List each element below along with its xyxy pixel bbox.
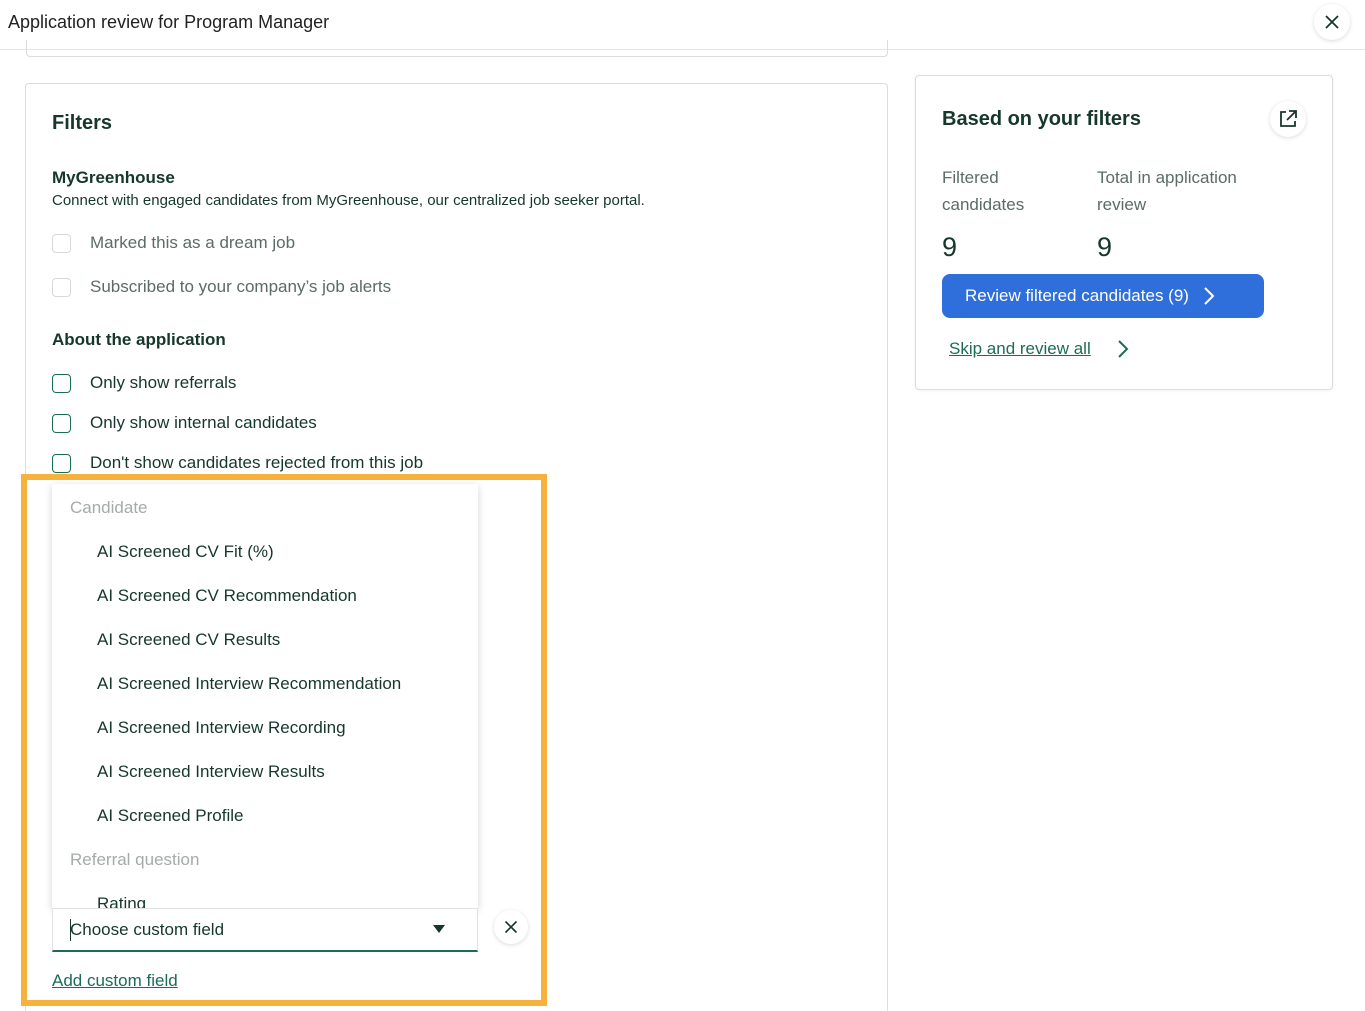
job-alerts-label: Subscribed to your company’s job alerts bbox=[90, 277, 392, 296]
filters-title: Filters bbox=[52, 112, 113, 134]
previous-section-card bbox=[26, 40, 888, 57]
dropdown-option[interactable]: AI Screened Interview Results bbox=[97, 762, 325, 782]
chevron-right-icon bbox=[1204, 287, 1215, 305]
skip-and-review-all-link[interactable]: Skip and review all bbox=[949, 339, 1091, 359]
internal-checkbox-row[interactable]: Only show internal candidates bbox=[52, 412, 317, 434]
close-icon bbox=[1325, 15, 1339, 29]
text-cursor bbox=[70, 919, 71, 941]
job-alerts-checkbox bbox=[52, 277, 71, 297]
total-in-review-label: Total in application review bbox=[1097, 168, 1237, 214]
custom-field-placeholder: Choose custom field bbox=[70, 920, 225, 939]
dream-job-label: Marked this as a dream job bbox=[90, 233, 296, 252]
dream-job-checkbox bbox=[52, 233, 71, 253]
custom-field-select[interactable]: Choose custom field bbox=[52, 908, 478, 952]
close-icon bbox=[504, 920, 518, 934]
dream-job-checkbox-row: Marked this as a dream job bbox=[52, 232, 295, 254]
summary-title: Based on your filters bbox=[942, 108, 1141, 130]
filtered-candidates-count: 9 bbox=[942, 232, 958, 262]
remove-custom-field-button[interactable] bbox=[494, 910, 528, 944]
referrals-label: Only show referrals bbox=[90, 373, 237, 392]
internal-candidates-label: Only show internal candidates bbox=[90, 413, 317, 432]
add-custom-field-link[interactable]: Add custom field bbox=[52, 971, 178, 991]
dropdown-option[interactable]: AI Screened CV Fit (%) bbox=[97, 542, 274, 562]
dropdown-option[interactable]: AI Screened CV Results bbox=[97, 630, 280, 650]
total-in-review-count: 9 bbox=[1097, 232, 1113, 262]
dropdown-option[interactable]: AI Screened Interview Recommendation bbox=[97, 674, 401, 694]
chevron-right-icon[interactable] bbox=[1116, 338, 1130, 360]
dialog-title: Application review for Program Manager bbox=[8, 12, 330, 32]
mygreenhouse-description: Connect with engaged candidates from MyG… bbox=[52, 192, 645, 209]
referrals-checkbox[interactable] bbox=[52, 373, 71, 393]
open-in-new-button[interactable] bbox=[1270, 101, 1306, 137]
filtered-candidates-label: Filtered candidates bbox=[942, 168, 1025, 214]
dropdown-option[interactable]: AI Screened Interview Recording bbox=[97, 718, 346, 738]
job-alerts-checkbox-row: Subscribed to your company’s job alerts bbox=[52, 276, 391, 298]
dropdown-option[interactable]: AI Screened Profile bbox=[97, 806, 243, 826]
referrals-checkbox-row[interactable]: Only show referrals bbox=[52, 372, 236, 394]
mygreenhouse-title: MyGreenhouse bbox=[52, 168, 175, 187]
rejected-candidates-label: Don't show candidates rejected from this… bbox=[90, 453, 424, 472]
review-filtered-candidates-button[interactable]: Review filtered candidates (9) bbox=[942, 274, 1264, 318]
review-filtered-label: Review filtered candidates (9) bbox=[965, 286, 1189, 305]
rejected-checkbox-row[interactable]: Don't show candidates rejected from this… bbox=[52, 452, 423, 474]
external-link-icon bbox=[1280, 110, 1297, 127]
custom-field-dropdown-menu: Candidate AI Screened CV Fit (%) AI Scre… bbox=[52, 484, 478, 908]
dropdown-group-candidate: Candidate bbox=[70, 498, 148, 517]
internal-candidates-checkbox[interactable] bbox=[52, 413, 71, 433]
dropdown-option[interactable]: AI Screened CV Recommendation bbox=[97, 586, 357, 606]
rejected-candidates-checkbox[interactable] bbox=[52, 453, 71, 473]
dropdown-option[interactable]: Rating bbox=[97, 894, 146, 908]
about-application-title: About the application bbox=[52, 330, 226, 349]
close-button[interactable] bbox=[1314, 4, 1350, 40]
dropdown-group-referral-question: Referral question bbox=[70, 850, 200, 869]
caret-down-icon[interactable] bbox=[433, 925, 445, 933]
